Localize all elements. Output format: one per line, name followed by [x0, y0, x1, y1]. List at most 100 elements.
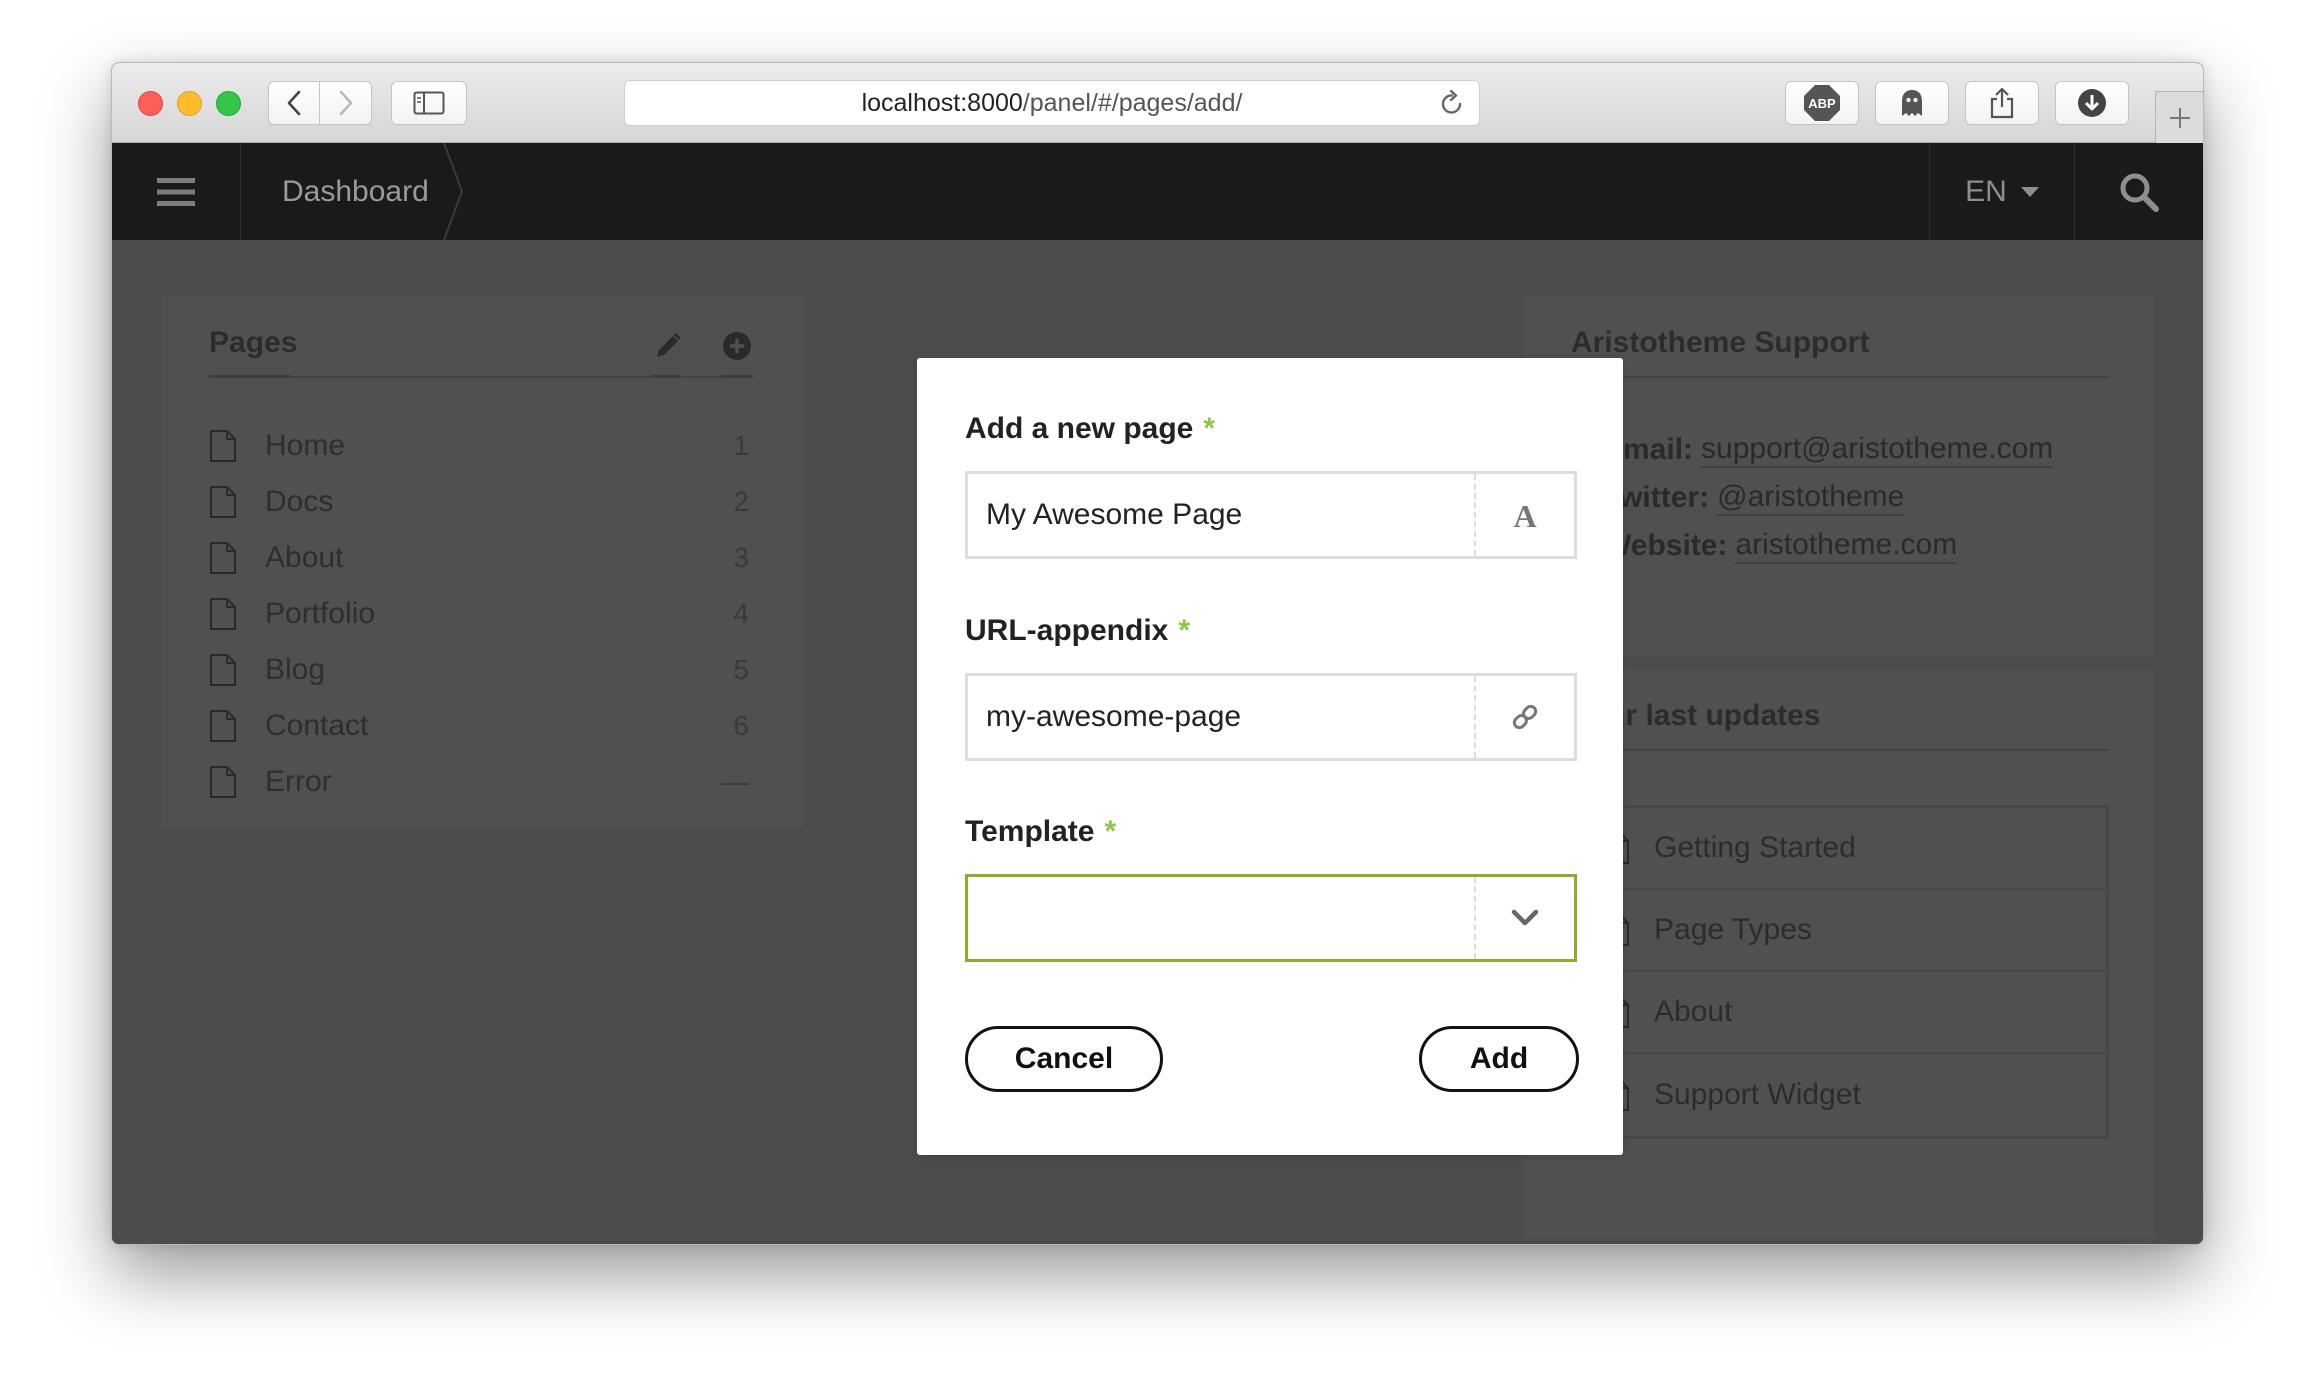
hamburger-icon — [157, 177, 195, 206]
add-circle-icon[interactable] — [722, 331, 752, 361]
chevron-down-icon — [1511, 909, 1539, 926]
download-icon — [2078, 89, 2106, 117]
language-selector[interactable]: EN — [1929, 143, 2075, 240]
list-item[interactable]: Contact 6 — [209, 698, 749, 754]
pages-panel: Pages Home 1 Docs 2 About 3 Portfolio 4 … — [161, 296, 804, 828]
add-button[interactable]: Add — [1419, 1026, 1579, 1092]
url-label-text: URL-appendix — [965, 614, 1169, 647]
template-select[interactable] — [965, 874, 1577, 962]
breadcrumb-dashboard[interactable]: Dashboard — [282, 143, 429, 240]
adblock-plus-icon: ABP — [1804, 85, 1840, 121]
svg-text:ABP: ABP — [1808, 96, 1836, 111]
search-button[interactable] — [2075, 143, 2203, 240]
page-number: 3 — [733, 542, 749, 573]
update-title: Page Types — [1654, 913, 1812, 946]
list-item[interactable]: Getting Started — [1574, 808, 2106, 890]
list-item[interactable]: Support Widget — [1574, 1054, 2106, 1136]
zoom-window-button[interactable] — [216, 91, 241, 116]
language-label: EN — [1965, 174, 2007, 208]
ghostery-button[interactable] — [1875, 81, 1949, 125]
page-number: 6 — [733, 710, 749, 741]
pages-panel-title: Pages — [209, 326, 298, 359]
browser-window: localhost:8000/panel/#/pages/add/ ABP Da… — [111, 62, 2204, 1245]
list-item[interactable]: Error — — [209, 754, 749, 810]
list-item: Email: support@aristotheme.com — [1571, 426, 2054, 474]
url-field-label: URL-appendix * — [965, 614, 1190, 648]
updates-list: Getting Started Page Types About Support… — [1571, 805, 2109, 1139]
list-item[interactable]: Page Types — [1574, 890, 2106, 972]
update-title: About — [1654, 995, 1733, 1028]
address-bar[interactable]: localhost:8000/panel/#/pages/add/ — [624, 80, 1480, 126]
url-field-icon-cell — [1474, 676, 1574, 758]
url-path: /panel/#/pages/add/ — [1022, 88, 1243, 117]
downloads-button[interactable] — [2055, 81, 2129, 125]
support-list: Email: support@aristotheme.com Twitter: … — [1571, 426, 2054, 570]
forward-button[interactable] — [320, 81, 372, 125]
adblock-plus-button[interactable]: ABP — [1785, 81, 1859, 125]
support-panel-divider — [1571, 376, 2109, 378]
pencil-icon[interactable] — [653, 331, 683, 361]
close-window-button[interactable] — [138, 91, 163, 116]
list-item[interactable]: Blog 5 — [209, 642, 749, 698]
chevron-right-icon — [339, 90, 352, 116]
list-item[interactable]: About 3 — [209, 530, 749, 586]
browser-toolbar: localhost:8000/panel/#/pages/add/ ABP — [112, 63, 2203, 143]
url-appendix-input[interactable] — [968, 676, 1476, 758]
back-button[interactable] — [268, 81, 320, 125]
ghostery-icon — [1902, 90, 1922, 116]
sidebar-toggle-button[interactable] — [391, 81, 467, 125]
support-email-link[interactable]: support@aristotheme.com — [1701, 432, 2054, 468]
url-field — [965, 673, 1577, 761]
page-number: 2 — [733, 486, 749, 517]
chevron-left-icon — [287, 90, 301, 116]
list-item[interactable]: About — [1574, 972, 2106, 1054]
search-icon — [2120, 173, 2159, 212]
page-icon — [210, 654, 236, 686]
title-label-text: Add a new page — [965, 412, 1194, 445]
svg-text:A: A — [1513, 500, 1536, 530]
page-icon — [210, 598, 236, 630]
support-panel-title: Aristotheme Support — [1571, 326, 1870, 359]
page-title: Error — [265, 765, 332, 798]
support-website-link[interactable]: aristotheme.com — [1735, 528, 1958, 564]
app-navbar: Dashboard EN — [112, 143, 2203, 240]
required-mark: * — [1104, 815, 1117, 848]
support-twitter-link[interactable]: @aristotheme — [1717, 480, 1905, 516]
title-field: A — [965, 471, 1577, 559]
list-item[interactable]: Portfolio 4 — [209, 586, 749, 642]
page-title: Blog — [265, 653, 326, 686]
url-host: localhost:8000 — [861, 88, 1023, 117]
list-item[interactable]: Home 1 — [209, 418, 749, 474]
page-number: 1 — [733, 430, 749, 461]
template-select-icon-cell[interactable] — [1474, 877, 1574, 959]
cancel-button[interactable]: Cancel — [965, 1026, 1163, 1092]
updates-panel-divider — [1571, 749, 2109, 751]
page-icon — [210, 486, 236, 518]
add-page-modal: Add a new page * A URL-appendix * Template… — [917, 358, 1623, 1155]
sidebar-icon — [413, 91, 445, 115]
update-title: Getting Started — [1654, 831, 1856, 864]
new-tab-button[interactable] — [2155, 91, 2203, 143]
minimize-window-button[interactable] — [177, 91, 202, 116]
page-icon — [210, 430, 236, 462]
title-field-label: Add a new page * — [965, 412, 1215, 446]
add-underline — [722, 375, 752, 378]
menu-button[interactable] — [112, 143, 241, 240]
title-input[interactable] — [968, 474, 1476, 556]
page-number: — — [721, 766, 749, 797]
list-item[interactable]: Docs 2 — [209, 474, 749, 530]
page-number: 4 — [733, 598, 749, 629]
pages-title-underline — [209, 375, 291, 378]
share-icon — [1990, 87, 2014, 119]
pages-list: Home 1 Docs 2 About 3 Portfolio 4 Blog 5… — [209, 418, 749, 810]
required-mark: * — [1178, 614, 1191, 647]
list-item: Twitter: @aristotheme — [1571, 474, 2053, 522]
reload-icon[interactable] — [1439, 90, 1465, 118]
breadcrumb-separator-icon — [443, 143, 464, 240]
template-label-text: Template — [965, 815, 1095, 848]
plus-icon — [2169, 107, 2190, 128]
page-title: Contact — [265, 709, 369, 742]
share-button[interactable] — [1965, 81, 2039, 125]
page-number: 5 — [733, 654, 749, 685]
page-title: About — [265, 541, 344, 574]
